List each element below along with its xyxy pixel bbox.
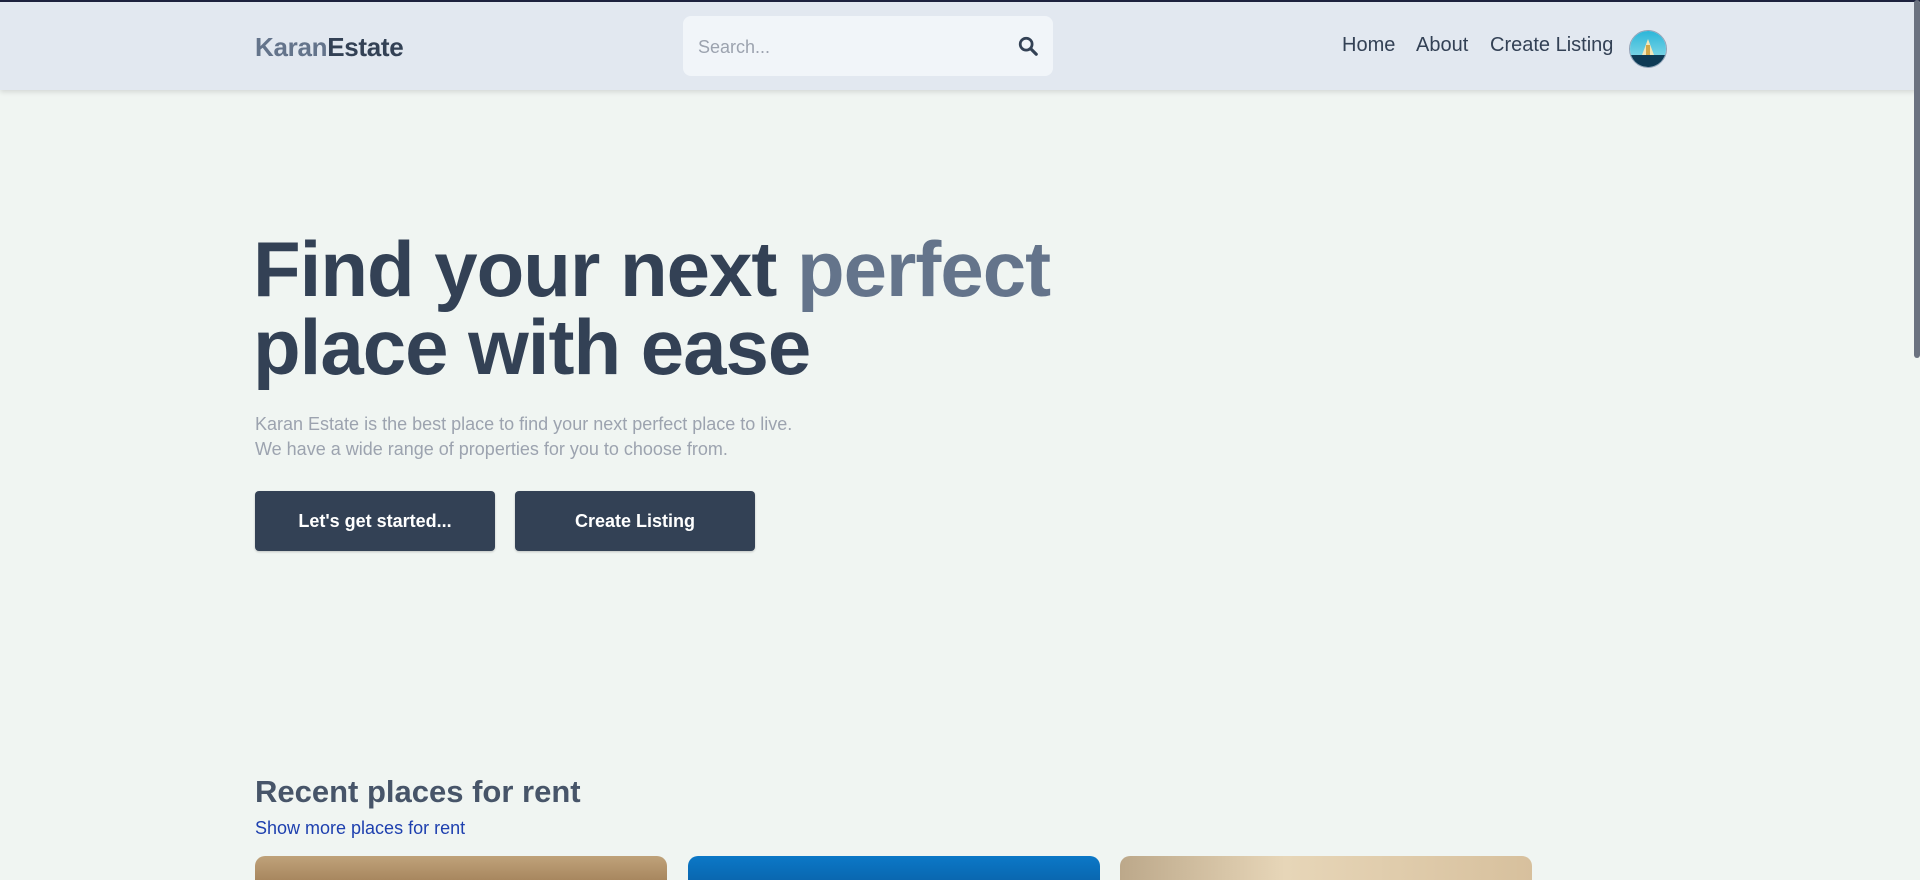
create-listing-button[interactable]: Create Listing	[515, 491, 755, 551]
avatar-image	[1630, 31, 1666, 67]
avatar[interactable]	[1629, 30, 1667, 68]
search-bar[interactable]: Search...	[683, 16, 1053, 76]
show-more-rent-link[interactable]: Show more places for rent	[255, 818, 465, 839]
logo[interactable]: KaranEstate	[255, 32, 404, 63]
hero-desc-line1: Karan Estate is the best place to find y…	[255, 414, 793, 434]
hero-title-start: Find your next	[253, 225, 798, 313]
nav-home[interactable]: Home	[1342, 34, 1395, 57]
nav-create-listing[interactable]: Create Listing	[1490, 34, 1613, 57]
nav-about[interactable]: About	[1416, 34, 1468, 57]
hero-description: Karan Estate is the best place to find y…	[255, 412, 792, 462]
hero-title-accent: perfect	[797, 225, 1051, 313]
hero-title: Find your next perfect place with ease	[253, 230, 1051, 386]
listing-card[interactable]	[1120, 856, 1532, 880]
listing-card[interactable]	[688, 856, 1100, 880]
hero-title-line2: place with ease	[253, 303, 811, 391]
navbar: KaranEstate Search... Home About Create …	[0, 2, 1920, 90]
search-icon[interactable]	[1017, 35, 1039, 57]
get-started-button[interactable]: Let's get started...	[255, 491, 495, 551]
logo-part2: Estate	[327, 32, 404, 62]
listing-card[interactable]	[255, 856, 667, 880]
hero-desc-line2: We have a wide range of properties for y…	[255, 439, 728, 459]
recent-rent-title: Recent places for rent	[255, 774, 581, 809]
logo-part1: Karan	[255, 32, 328, 62]
scrollbar[interactable]	[1914, 0, 1920, 358]
search-input[interactable]: Search...	[698, 37, 770, 58]
